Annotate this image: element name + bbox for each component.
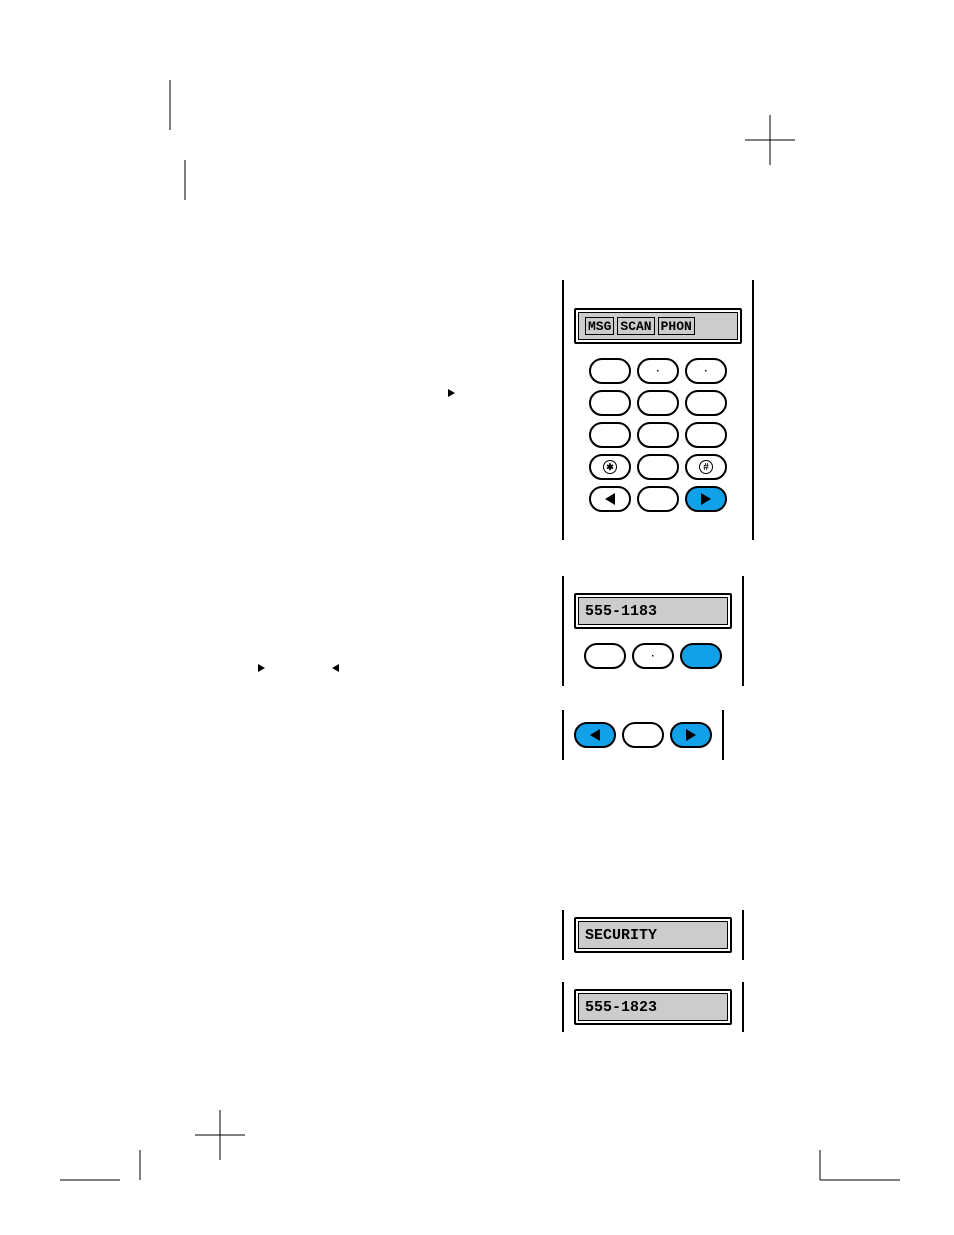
key-pound[interactable]: # bbox=[685, 454, 727, 480]
lcd-tab-msg: MSG bbox=[585, 317, 614, 335]
key-5[interactable] bbox=[637, 390, 679, 416]
key-nav-left[interactable] bbox=[574, 722, 616, 748]
crop-mark-tr bbox=[740, 115, 800, 175]
document-page: MSG SCAN PHON · · bbox=[0, 0, 954, 1235]
key-star[interactable]: ✱ bbox=[589, 454, 631, 480]
panel-divider bbox=[722, 710, 724, 760]
panel-keypad: MSG SCAN PHON · · bbox=[562, 280, 754, 540]
key-nav-center[interactable] bbox=[622, 722, 664, 748]
panel-display-2: 555-1183 · bbox=[562, 576, 744, 686]
lcd-display-security: SECURITY bbox=[574, 917, 732, 953]
panel-divider bbox=[742, 576, 744, 686]
key-blank-left[interactable] bbox=[584, 643, 626, 669]
key-8[interactable] bbox=[637, 422, 679, 448]
lcd-display-top: MSG SCAN PHON bbox=[574, 308, 742, 344]
crop-mark-br bbox=[780, 1150, 900, 1200]
key-7[interactable] bbox=[589, 422, 631, 448]
lcd-tab-scan: SCAN bbox=[617, 317, 654, 335]
phone-keypad: · · ✱ # bbox=[589, 358, 727, 512]
key-right-blue[interactable] bbox=[680, 643, 722, 669]
arrow-left-icon bbox=[332, 664, 339, 672]
panel-display-security: SECURITY bbox=[562, 910, 744, 960]
crop-mark-tl bbox=[130, 80, 230, 200]
pound-icon: # bbox=[699, 460, 713, 474]
key-left[interactable] bbox=[589, 486, 631, 512]
arrow-right-icon bbox=[448, 389, 455, 397]
crop-mark-bl bbox=[60, 1150, 180, 1200]
key-right[interactable] bbox=[685, 486, 727, 512]
lcd-text-4: 555-1823 bbox=[585, 999, 657, 1016]
key-9[interactable] bbox=[685, 422, 727, 448]
lcd-text-2: 555-1183 bbox=[585, 603, 657, 620]
crop-mark-bl-plus bbox=[170, 1110, 260, 1170]
key-3[interactable]: · bbox=[685, 358, 727, 384]
panel-divider bbox=[742, 910, 744, 960]
lcd-tab-phon: PHON bbox=[658, 317, 695, 335]
key-4[interactable] bbox=[589, 390, 631, 416]
key-center[interactable] bbox=[637, 486, 679, 512]
lcd-display-2: 555-1183 bbox=[574, 593, 732, 629]
arrow-right-icon bbox=[258, 664, 265, 672]
key-0[interactable] bbox=[637, 454, 679, 480]
key-1[interactable] bbox=[589, 358, 631, 384]
lcd-text-security: SECURITY bbox=[585, 927, 657, 944]
key-6[interactable] bbox=[685, 390, 727, 416]
key-dot-icon: · bbox=[704, 366, 707, 377]
panel-display-4: 555-1823 bbox=[562, 982, 744, 1032]
panel-divider bbox=[742, 982, 744, 1032]
arrow-right-icon bbox=[686, 729, 696, 741]
key-dot-icon: · bbox=[651, 651, 654, 662]
key-dot-icon: · bbox=[656, 366, 659, 377]
arrow-right-icon bbox=[701, 493, 711, 505]
star-icon: ✱ bbox=[603, 460, 617, 474]
arrow-left-icon bbox=[590, 729, 600, 741]
lcd-display-4: 555-1823 bbox=[574, 989, 732, 1025]
key-nav-right[interactable] bbox=[670, 722, 712, 748]
panel-divider bbox=[752, 280, 754, 540]
arrow-left-icon bbox=[605, 493, 615, 505]
key-blank-mid[interactable]: · bbox=[632, 643, 674, 669]
key-2[interactable]: · bbox=[637, 358, 679, 384]
panel-nav-arrows bbox=[562, 710, 724, 760]
